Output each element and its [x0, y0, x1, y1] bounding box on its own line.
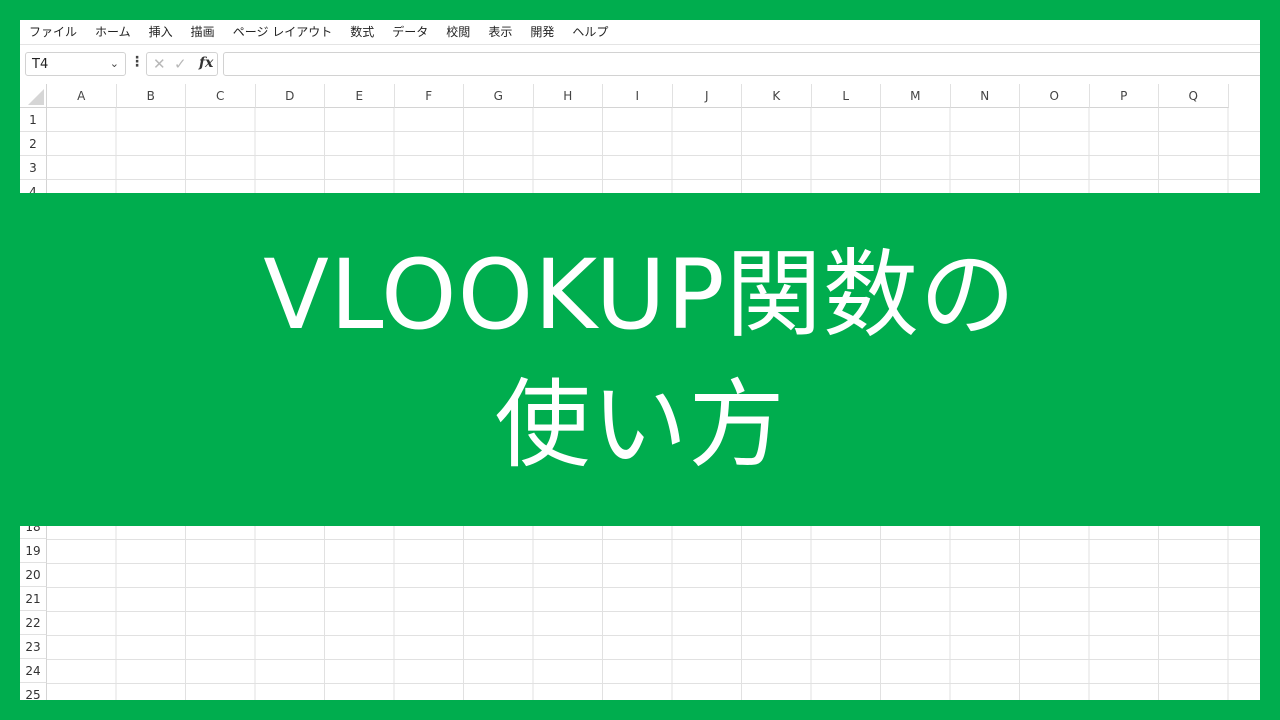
formula-input[interactable] — [223, 52, 1260, 76]
select-all-corner[interactable] — [20, 84, 47, 108]
column-headers: ABCDEFGHIJKLMNOPQ — [47, 84, 1260, 108]
chevron-down-icon[interactable]: ⌄ — [110, 57, 119, 70]
column-header-M[interactable]: M — [881, 84, 951, 108]
column-header-F[interactable]: F — [394, 84, 464, 108]
row-header-22[interactable]: 22 — [20, 610, 47, 635]
column-header-Q[interactable]: Q — [1159, 84, 1229, 108]
formula-buttons: ✕ ✓ fx — [146, 52, 218, 76]
menu-item-7[interactable]: 校閲 — [446, 23, 470, 40]
cancel-x-icon[interactable]: ✕ — [153, 55, 166, 73]
menu-item-2[interactable]: 挿入 — [149, 23, 173, 40]
menu-item-4[interactable]: ページ レイアウト — [233, 23, 333, 40]
column-header-O[interactable]: O — [1020, 84, 1090, 108]
banner-title-line2: 使い方 — [494, 368, 786, 481]
row-header-23[interactable]: 23 — [20, 634, 47, 659]
row-header-19[interactable]: 19 — [20, 538, 47, 563]
menu-item-10[interactable]: ヘルプ — [572, 23, 608, 40]
menu-item-1[interactable]: ホーム — [95, 23, 131, 40]
insert-function-button[interactable]: fx — [199, 55, 213, 71]
column-header-G[interactable]: G — [464, 84, 534, 108]
column-header-D[interactable]: D — [255, 84, 325, 108]
column-header-E[interactable]: E — [325, 84, 395, 108]
name-box[interactable]: T4 ⌄ — [25, 52, 126, 76]
banner-title-line1: VLOOKUP関数の — [263, 238, 1017, 351]
row-header-3[interactable]: 3 — [20, 156, 47, 180]
menu-item-8[interactable]: 表示 — [488, 23, 512, 40]
vertical-dots-icon[interactable]: ⋮ — [130, 54, 144, 70]
menu-item-6[interactable]: データ — [392, 23, 428, 40]
column-header-J[interactable]: J — [672, 84, 742, 108]
menu-item-5[interactable]: 数式 — [350, 23, 374, 40]
row-header-24[interactable]: 24 — [20, 658, 47, 683]
menu-item-9[interactable]: 開発 — [530, 23, 554, 40]
menu-bar: ファイル ホーム 挿入 描画 ページ レイアウト 数式 データ 校閲 表示 開発 ヘルプ — [20, 20, 1260, 42]
row-header-20[interactable]: 20 — [20, 562, 47, 587]
column-header-B[interactable]: B — [116, 84, 186, 108]
formula-bar: T4 ⌄ ⋮ ✕ ✓ fx — [20, 50, 1260, 80]
row-header-2[interactable]: 2 — [20, 132, 47, 156]
row-header-1[interactable]: 1 — [20, 108, 47, 132]
column-header-H[interactable]: H — [533, 84, 603, 108]
title-banner: VLOOKUP関数の 使い方 — [0, 193, 1280, 526]
menu-item-3[interactable]: 描画 — [191, 23, 215, 40]
row-header-21[interactable]: 21 — [20, 586, 47, 611]
column-header-I[interactable]: I — [603, 84, 673, 108]
column-header-N[interactable]: N — [950, 84, 1020, 108]
column-header-C[interactable]: C — [186, 84, 256, 108]
checkmark-icon[interactable]: ✓ — [174, 55, 187, 73]
column-header-L[interactable]: L — [811, 84, 881, 108]
row-header-25[interactable]: 25 — [20, 682, 47, 700]
column-header-K[interactable]: K — [742, 84, 812, 108]
column-header-P[interactable]: P — [1089, 84, 1159, 108]
column-header-A[interactable]: A — [47, 84, 117, 108]
name-box-value: T4 — [32, 56, 49, 72]
menu-item-0[interactable]: ファイル — [29, 23, 77, 40]
ribbon-divider — [20, 44, 1260, 45]
